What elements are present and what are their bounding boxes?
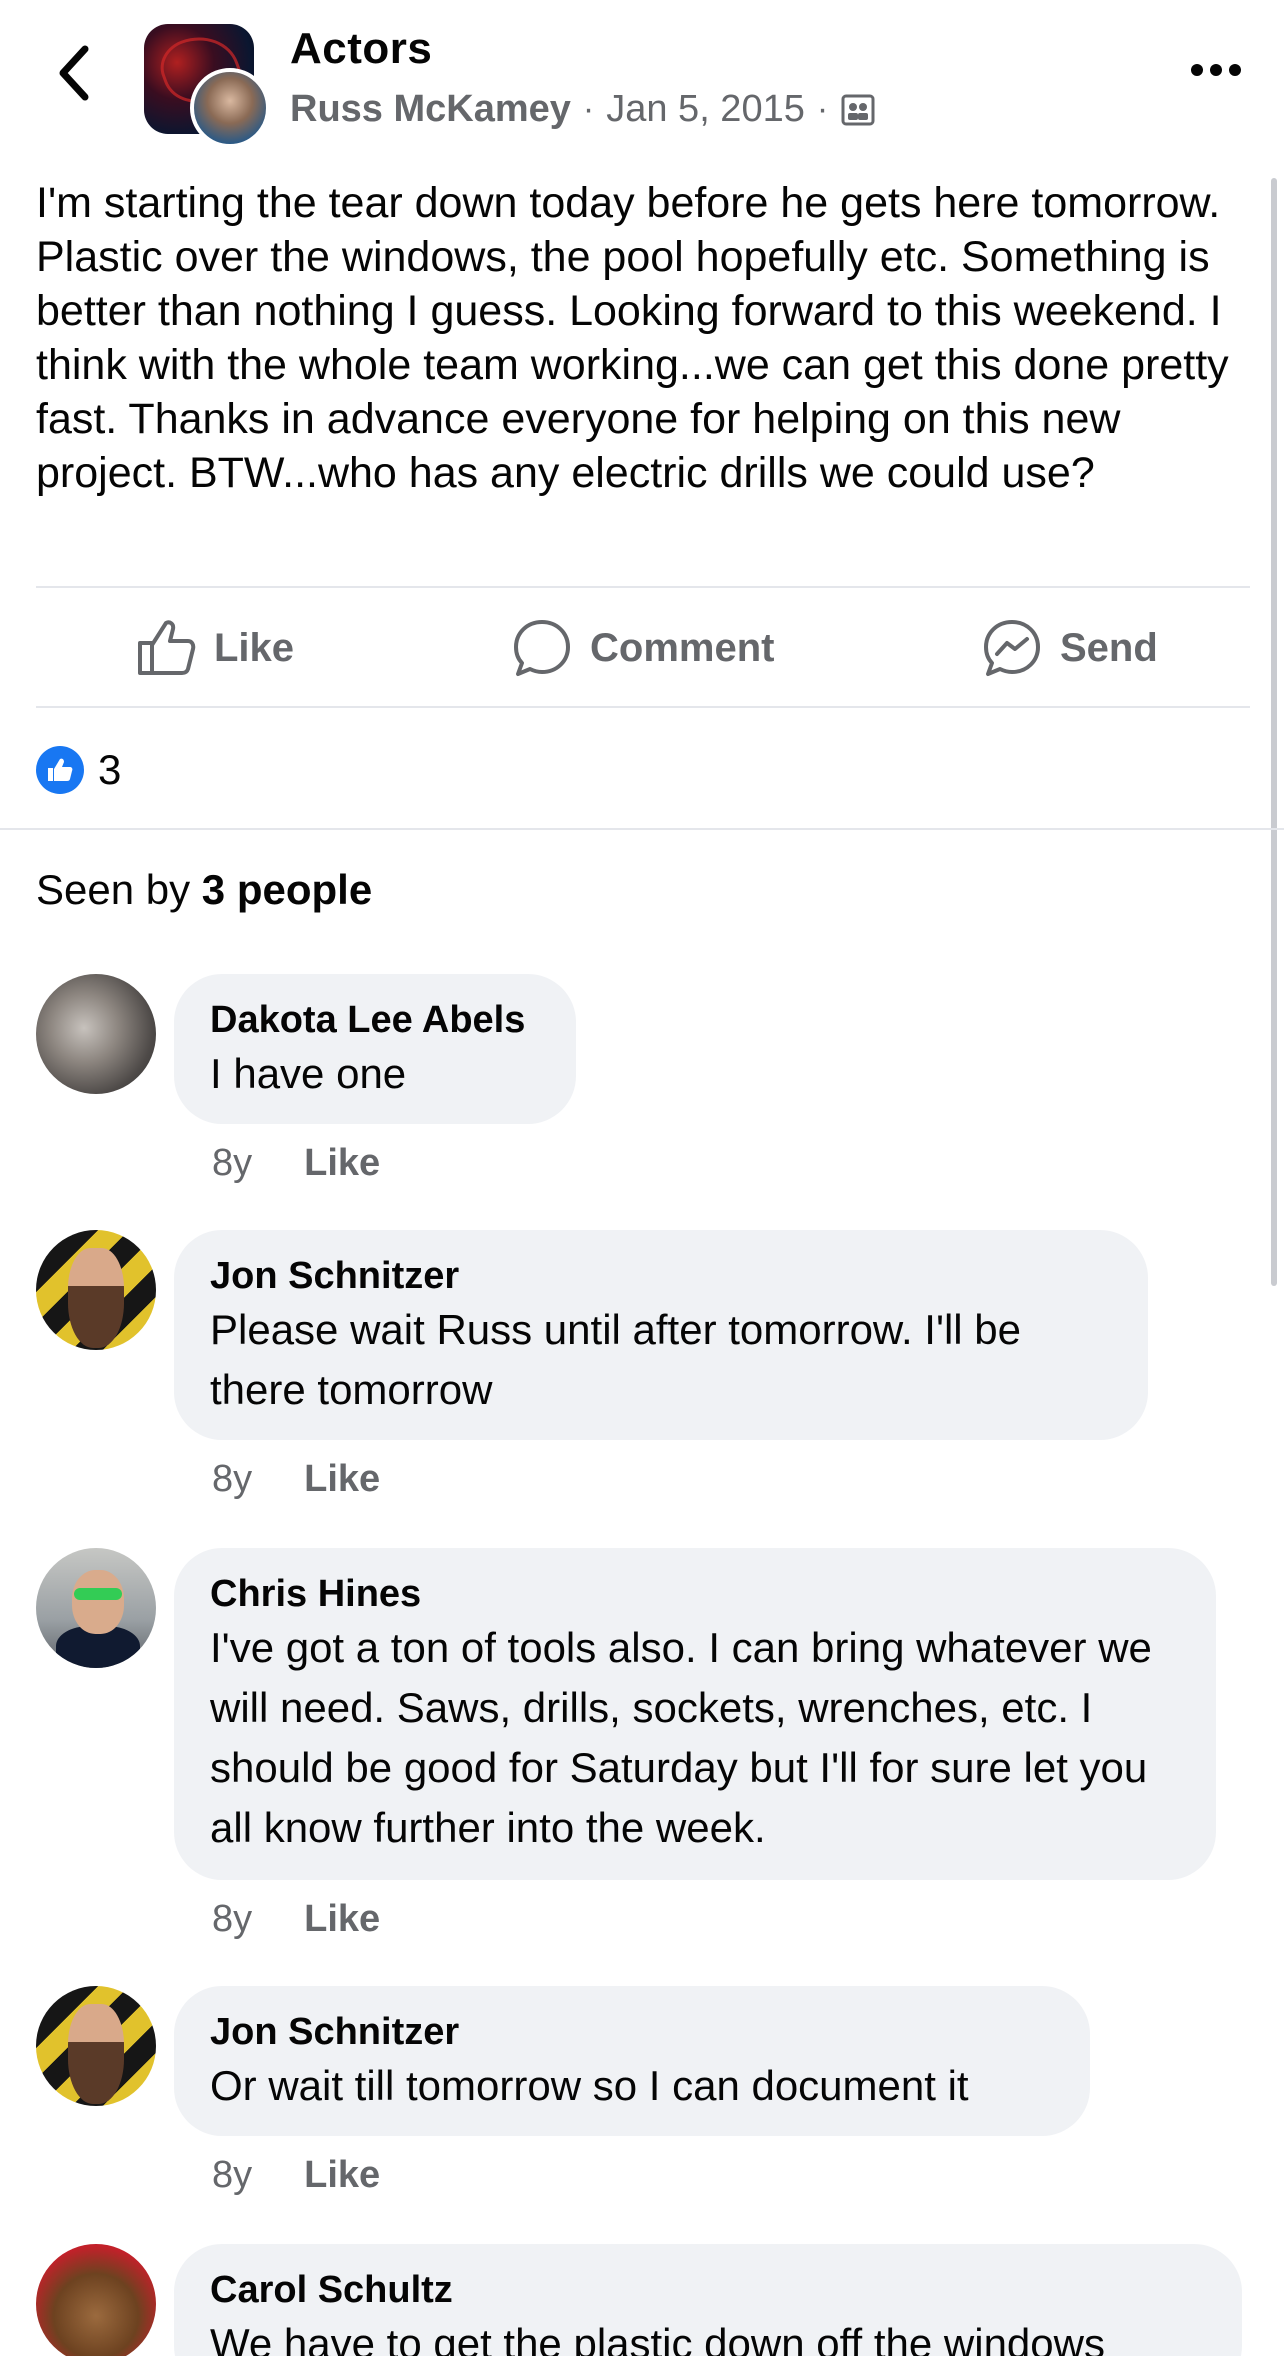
post-text: I'm starting the tear down today before … <box>36 179 1229 497</box>
divider <box>36 706 1250 708</box>
comment-bubble[interactable]: Dakota Lee Abels I have one <box>174 974 576 1124</box>
comment-meta: 8y Like <box>212 2154 380 2197</box>
comment-time: 8y <box>212 1898 253 1940</box>
comment-like-button[interactable]: Like <box>304 2154 380 2197</box>
separator-dot: · <box>816 90 829 128</box>
thumbs-up-icon <box>138 620 196 675</box>
commenter-name[interactable]: Dakota Lee Abels <box>210 996 540 1044</box>
comment-bubble[interactable]: Chris Hines I've got a ton of tools also… <box>174 1548 1216 1880</box>
post-meta: Russ McKamey · Jan 5, 2015 · <box>290 88 876 131</box>
commenter-name[interactable]: Chris Hines <box>210 1570 1180 1618</box>
post-header: Actors Russ McKamey · Jan 5, 2015 · <box>0 0 1284 165</box>
commenter-avatar[interactable] <box>36 1548 156 1668</box>
group-privacy-icon <box>841 94 875 125</box>
divider <box>36 586 1250 588</box>
back-button[interactable] <box>44 38 104 108</box>
comment-item: Carol Schultz We have to get the plastic… <box>0 2244 1284 2356</box>
group-name[interactable]: Actors <box>290 24 432 74</box>
comment-button[interactable]: Comment <box>512 590 774 706</box>
comment-icon <box>514 620 570 676</box>
seen-by[interactable]: Seen by 3 people <box>36 866 372 914</box>
comment-bubble[interactable]: Jon Schnitzer Please wait Russ until aft… <box>174 1230 1148 1440</box>
commenter-avatar[interactable] <box>36 1230 156 1350</box>
like-label: Like <box>214 625 295 670</box>
comment-text: We have to get the plastic down off the … <box>210 2320 1105 2356</box>
seen-by-prefix: Seen by <box>36 866 191 913</box>
more-icon <box>1191 64 1241 76</box>
comment-text: Please wait Russ until after tomorrow. I… <box>210 1306 1022 1413</box>
comment-time: 8y <box>212 1142 253 1184</box>
commenter-avatar[interactable] <box>36 974 156 1094</box>
author-avatar[interactable] <box>190 68 270 148</box>
seen-by-count: 3 people <box>201 866 373 913</box>
comment-meta: 8y Like <box>212 1898 380 1941</box>
more-options-button[interactable] <box>1186 50 1246 90</box>
like-reaction-icon <box>36 746 84 794</box>
commenter-avatar[interactable] <box>36 1986 156 2106</box>
comment-bubble[interactable]: Carol Schultz We have to get the plastic… <box>174 2244 1242 2356</box>
like-button[interactable]: Like <box>136 590 294 706</box>
comment-like-button[interactable]: Like <box>304 1458 380 1501</box>
commenter-name[interactable]: Jon Schnitzer <box>210 2008 1054 2056</box>
section-divider <box>0 828 1284 830</box>
scrollbar[interactable] <box>1271 178 1277 1286</box>
action-bar: Like Comment Send <box>36 590 1250 706</box>
separator-dot: · <box>582 90 595 128</box>
messenger-icon <box>984 620 1040 676</box>
author-name[interactable]: Russ McKamey <box>290 88 571 131</box>
comment-text: Or wait till tomorrow so I can document … <box>210 2062 969 2109</box>
comment-meta: 8y Like <box>212 1142 380 1185</box>
comment-text: I've got a ton of tools also. I can brin… <box>210 1624 1152 1851</box>
send-label: Send <box>1060 625 1158 670</box>
comment-label: Comment <box>590 625 775 670</box>
commenter-avatar[interactable] <box>36 2244 156 2356</box>
comment-like-button[interactable]: Like <box>304 1898 380 1941</box>
reaction-count: 3 <box>98 746 122 793</box>
comment-bubble[interactable]: Jon Schnitzer Or wait till tomorrow so I… <box>174 1986 1090 2136</box>
comment-like-button[interactable]: Like <box>304 1142 380 1185</box>
reactions-summary[interactable]: 3 <box>36 745 121 795</box>
comment-time: 8y <box>212 1458 253 1500</box>
comment-text: I have one <box>210 1050 407 1097</box>
post-date[interactable]: Jan 5, 2015 <box>606 88 805 131</box>
commenter-name[interactable]: Jon Schnitzer <box>210 1252 1112 1300</box>
commenter-name[interactable]: Carol Schultz <box>210 2266 1206 2314</box>
comment-meta: 8y Like <box>212 1458 380 1501</box>
chevron-left-icon <box>59 45 89 101</box>
send-button[interactable]: Send <box>982 590 1158 706</box>
comment-time: 8y <box>212 2154 253 2196</box>
